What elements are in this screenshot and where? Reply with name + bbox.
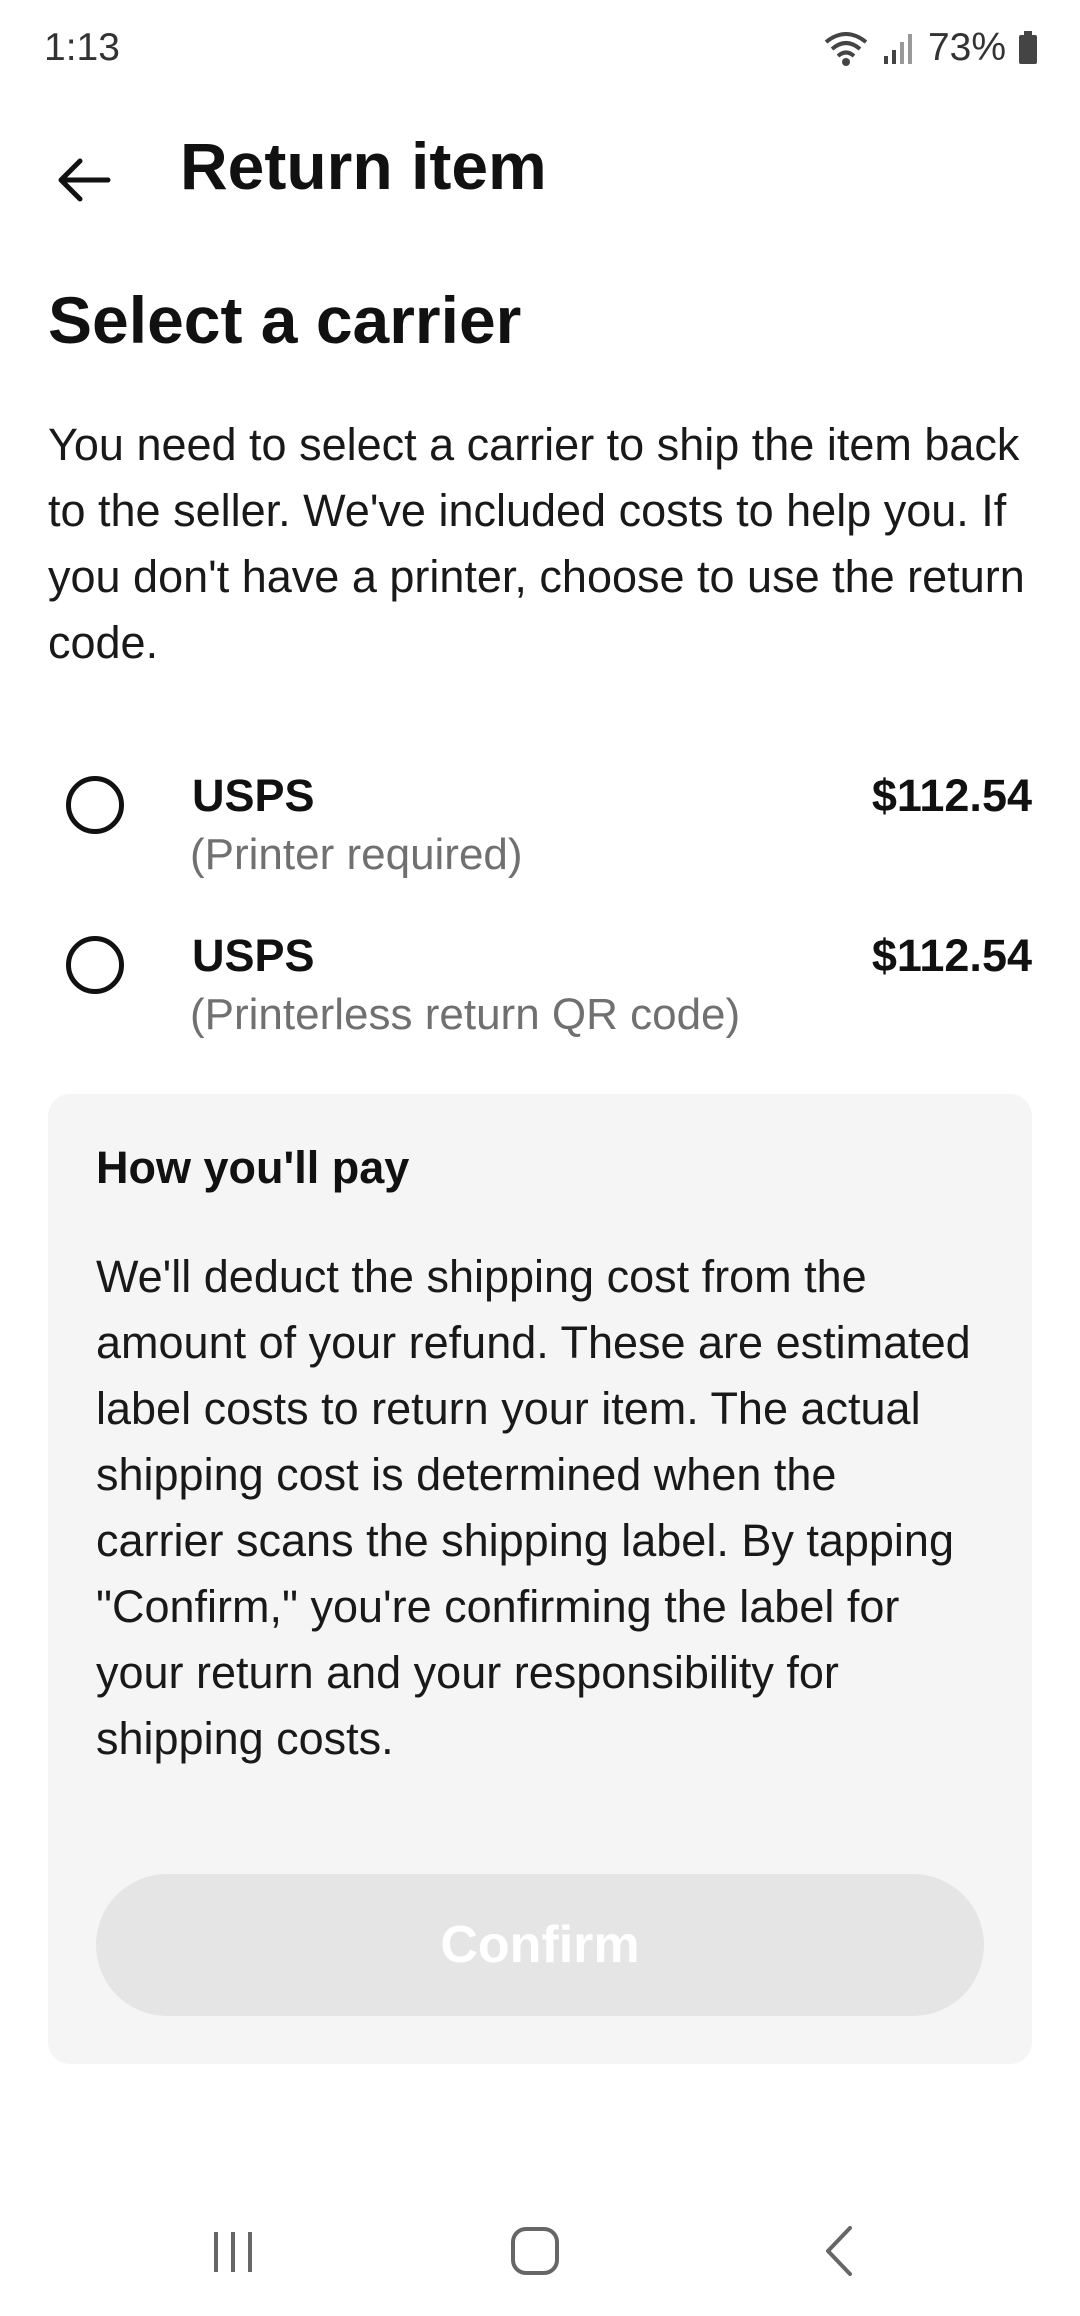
payment-title: How you'll pay xyxy=(96,1142,410,1193)
app-header: Return item xyxy=(0,110,1080,230)
wifi-icon xyxy=(822,28,870,68)
battery-icon xyxy=(1018,31,1038,65)
home-icon xyxy=(509,2225,561,2282)
payment-description: We'll deduct the shipping cost from the … xyxy=(96,1251,971,1764)
confirm-button[interactable]: Confirm xyxy=(96,1874,984,2016)
back-nav-icon xyxy=(820,2224,860,2283)
carrier-option-qr-code[interactable]: USPS (Printerless return QR code) $112.5… xyxy=(48,922,1032,1062)
battery-percent: 73% xyxy=(927,26,1006,69)
signal-icon xyxy=(882,30,916,66)
status-time: 1:13 xyxy=(44,26,120,69)
page-title: Return item xyxy=(180,129,547,203)
arrow-left-icon xyxy=(56,156,112,209)
home-button[interactable] xyxy=(490,2208,580,2298)
carrier-note: (Printer required) xyxy=(190,830,523,879)
carrier-name: USPS xyxy=(192,930,315,981)
carrier-price: $112.54 xyxy=(871,770,1032,821)
carrier-price: $112.54 xyxy=(871,930,1032,981)
section-description: You need to select a carrier to ship the… xyxy=(48,419,1025,668)
recent-apps-icon xyxy=(208,2226,258,2281)
carrier-option-printer[interactable]: USPS (Printer required) $112.54 xyxy=(48,762,1032,902)
radio-button-qr-code[interactable] xyxy=(66,936,124,994)
radio-button-printer[interactable] xyxy=(66,776,124,834)
system-back-button[interactable] xyxy=(795,2208,885,2298)
section-title: Select a carrier xyxy=(48,283,522,357)
return-item-screen: 1:13 73% Return item Select a carrier Yo… xyxy=(0,0,1080,2316)
recent-apps-button[interactable] xyxy=(188,2208,278,2298)
carrier-name: USPS xyxy=(192,770,315,821)
payment-info-card: How you'll pay We'll deduct the shipping… xyxy=(48,1094,1032,2064)
system-nav-bar xyxy=(0,2190,1080,2316)
status-bar: 1:13 73% xyxy=(0,0,1080,96)
carrier-note: (Printerless return QR code) xyxy=(190,990,741,1039)
back-button[interactable] xyxy=(38,136,130,228)
status-indicators: 73% xyxy=(822,26,1038,70)
